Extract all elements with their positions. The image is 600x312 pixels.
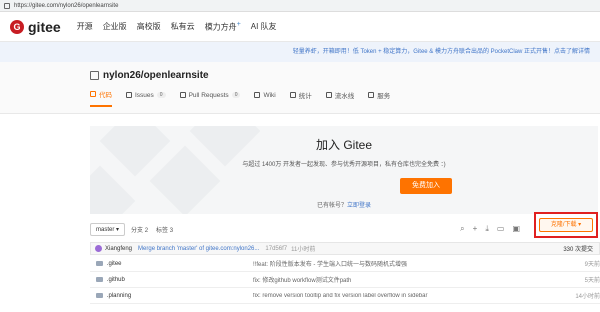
screen-icon[interactable]: ▭: [497, 224, 505, 234]
join-gitee-panel: 加入 Gitee 与超过 1400万 开发者一起发现、参与优秀开源项目，私有仓库…: [90, 126, 598, 214]
file-row[interactable]: .gitee !!feat: 阶段性版本发布 - 学生端入口统一与数码随机式增强…: [90, 256, 600, 272]
tab-wiki[interactable]: Wiki: [254, 89, 276, 107]
issues-icon: [126, 92, 132, 98]
avatar[interactable]: [95, 245, 102, 252]
branch-selector[interactable]: master ▾: [90, 222, 126, 236]
download-icon[interactable]: ⤓: [485, 224, 489, 234]
plus-mark: +: [236, 20, 241, 28]
join-description: 与超过 1400万 开发者一起发现、参与优秀开源项目，私有仓库也完全免费 ：): [242, 162, 446, 168]
repo-toolbar: master ▾ 分支 2 标签 3 ⌕ + ⤓ ▭ ▣: [90, 218, 600, 240]
tab-pipeline[interactable]: 流水线: [325, 89, 354, 107]
pull-request-icon: [179, 92, 186, 98]
commit-time: 11小时前: [291, 247, 316, 253]
file-name[interactable]: .github: [107, 277, 253, 283]
commit-hash[interactable]: 17d56f7: [265, 246, 287, 252]
tab-code[interactable]: 代码: [90, 89, 112, 107]
nav-ai-teammate[interactable]: AI 队友: [251, 21, 277, 32]
commit-author[interactable]: Xiangfeng: [105, 246, 132, 252]
repo-tabs: 代码 Issues 0 Pull Requests 0 Wiki 统计 流水线 服务: [90, 89, 600, 107]
pipeline-icon: [325, 92, 332, 98]
repo-icon: [90, 71, 99, 80]
browser-address-bar[interactable]: https://gitee.com/nylon26/openlearnsite: [0, 0, 600, 12]
clone-download-button[interactable]: 克隆/下载 ▾: [539, 218, 593, 232]
search-icon[interactable]: ⌕: [460, 224, 464, 234]
tab-stats[interactable]: 统计: [289, 89, 312, 107]
file-name[interactable]: .gitee: [107, 261, 253, 267]
file-commit-message[interactable]: !!feat: 阶段性版本发布 - 学生端入口统一与数码随机式增强: [253, 259, 565, 268]
file-row[interactable]: .github fix: 修改github workflow测试文件path 5…: [90, 272, 600, 288]
file-list: .gitee !!feat: 阶段性版本发布 - 学生端入口统一与数码随机式增强…: [90, 256, 600, 304]
file-name[interactable]: .planning: [107, 293, 253, 299]
gitee-logo[interactable]: G gitee: [10, 19, 61, 35]
nav-education[interactable]: 高校版: [137, 21, 161, 32]
promo-banner[interactable]: 轻量养虾，开箱即用！低 Token + 稳定算力，Gitee & 模力方舟联合出…: [0, 42, 600, 62]
add-icon[interactable]: +: [473, 224, 478, 234]
tab-services[interactable]: 服务: [368, 89, 390, 107]
branches-link[interactable]: 分支 2: [131, 225, 148, 234]
services-icon: [368, 92, 375, 98]
toolbar-icons: ⌕ + ⤓ ▭ ▣: [452, 224, 520, 234]
top-navigation: G gitee 开源 企业版 高校版 私有云 模力方舟+ AI 队友: [0, 12, 600, 42]
tags-link[interactable]: 标签 3: [156, 225, 173, 234]
commit-message[interactable]: Merge branch 'master' of gitee.com:nylon…: [138, 246, 259, 252]
file-time: 9天前: [584, 262, 600, 268]
commit-count[interactable]: 330 次提交: [563, 244, 593, 253]
folder-icon: [96, 277, 103, 282]
file-row[interactable]: .planning fix: remove version tooltip an…: [90, 288, 600, 304]
folder-icon: [96, 261, 103, 266]
file-commit-message[interactable]: fix: remove version tooltip and fix vers…: [253, 293, 565, 299]
nav-moli-fangzhou[interactable]: 模力方舟+: [205, 21, 241, 33]
repo-title: nylon26/openlearnsite: [90, 70, 600, 81]
latest-commit-bar: Xiangfeng Merge branch 'master' of gitee…: [90, 242, 600, 255]
wiki-icon: [254, 92, 261, 98]
gitee-logo-icon: G: [10, 19, 24, 34]
login-link[interactable]: 立即登录: [347, 203, 371, 209]
join-title: 加入 Gitee: [315, 138, 373, 152]
code-icon: [90, 91, 96, 97]
tab-pull-requests[interactable]: Pull Requests 0: [179, 89, 241, 107]
file-time: 5天前: [584, 278, 600, 284]
file-commit-message[interactable]: fix: 修改github workflow测试文件path: [253, 275, 565, 284]
nav-private-cloud[interactable]: 私有云: [171, 21, 195, 32]
folder-icon: [96, 293, 103, 298]
stats-icon: [289, 92, 296, 98]
file-time: 14小时前: [575, 294, 600, 300]
free-join-button[interactable]: 免费加入: [400, 178, 452, 194]
nav-enterprise[interactable]: 企业版: [103, 21, 127, 32]
nav-opensource[interactable]: 开源: [77, 21, 93, 32]
lock-icon: [4, 2, 10, 9]
repo-header: nylon26/openlearnsite 代码 Issues 0 Pull Re…: [0, 62, 600, 114]
login-prompt: 已有帐号？立即登录: [316, 203, 372, 209]
web-ide-icon[interactable]: ▣: [512, 224, 520, 234]
repo-name[interactable]: nylon26/openlearnsite: [103, 70, 209, 81]
tab-issues[interactable]: Issues 0: [126, 89, 166, 107]
url-text[interactable]: https://gitee.com/nylon26/openlearnsite: [14, 3, 118, 9]
